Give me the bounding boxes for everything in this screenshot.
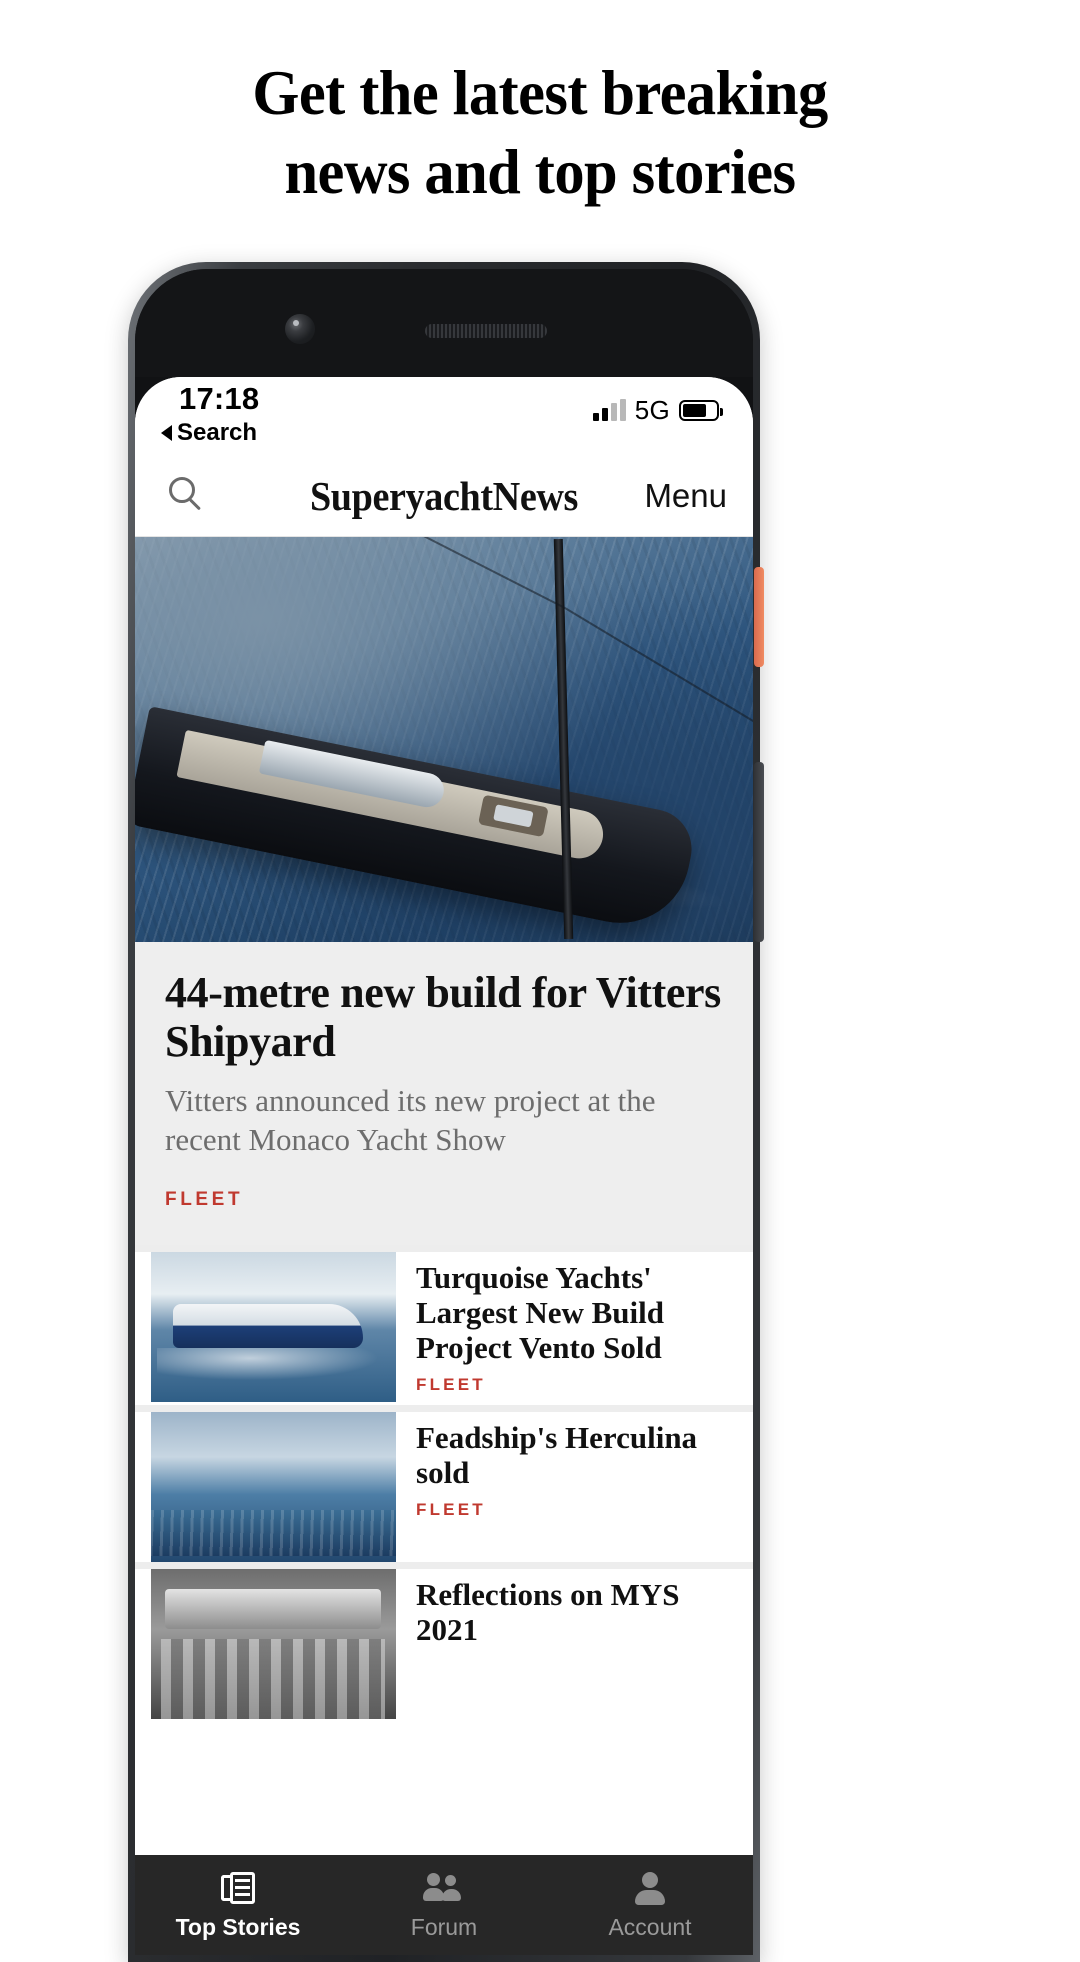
tab-top-stories-label: Top Stories	[175, 1914, 301, 1940]
menu-button[interactable]: Menu	[644, 477, 727, 515]
hero-article-subtitle: Vitters announced its new project at the…	[165, 1082, 656, 1157]
news-icon	[135, 1869, 341, 1907]
hero-article-image	[135, 537, 753, 942]
tab-account-label: Account	[608, 1914, 692, 1940]
list-item[interactable]: Reflections on MYS 2021	[135, 1561, 753, 1719]
status-bar-indicators: 5G	[592, 395, 723, 426]
article-title: Turquoise Yachts' Largest New Build Proj…	[416, 1259, 664, 1365]
tab-forum[interactable]: Forum	[341, 1869, 547, 1941]
bottom-tab-bar: Top Stories Forum Account	[135, 1855, 753, 1955]
app-header: SuperyachtNews Menu	[135, 455, 753, 537]
article-thumbnail	[151, 1568, 396, 1719]
tab-top-stories[interactable]: Top Stories	[135, 1869, 341, 1941]
phone-screen: 17:18 Search 5G SuperyachtNews Menu 44-m…	[135, 377, 753, 1955]
phone-top-bezel	[135, 269, 753, 377]
article-category[interactable]: FLEET	[416, 1375, 737, 1395]
article-category[interactable]: FLEET	[416, 1500, 737, 1520]
phone-device-frame: 17:18 Search 5G SuperyachtNews Menu 44-m…	[128, 262, 764, 1962]
network-type-label: 5G	[634, 395, 670, 425]
tab-account[interactable]: Account	[547, 1869, 753, 1941]
hero-article-card[interactable]: 44-metre new build for Vitters Shipyard …	[135, 537, 753, 1245]
person-icon	[547, 1869, 753, 1907]
article-thumbnail	[151, 1411, 396, 1562]
article-title: Feadship's Herculina sold	[416, 1419, 698, 1490]
list-item[interactable]: Feadship's Herculina sold FLEET	[135, 1404, 753, 1562]
list-item[interactable]: Turquoise Yachts' Largest New Build Proj…	[135, 1244, 753, 1405]
hero-article-body: 44-metre new build for Vitters Shipyard …	[135, 942, 753, 1245]
earpiece-speaker-icon	[425, 324, 547, 338]
phone-side-button-orange[interactable]	[754, 567, 764, 667]
back-to-search-label: Search	[177, 419, 258, 446]
front-camera-icon	[285, 314, 315, 344]
status-bar-clock: 17:18	[179, 381, 260, 416]
phone-device-body: 17:18 Search 5G SuperyachtNews Menu 44-m…	[135, 269, 753, 1955]
article-feed[interactable]: 44-metre new build for Vitters Shipyard …	[135, 537, 753, 1855]
back-arrow-icon	[161, 425, 172, 441]
battery-icon	[679, 400, 723, 421]
status-bar: 17:18 Search 5G	[135, 377, 753, 455]
hero-article-category[interactable]: FLEET	[165, 1189, 723, 1211]
phone-side-button-volume[interactable]	[754, 762, 764, 942]
article-title: Reflections on MYS 2021	[416, 1576, 680, 1647]
promo-headline-line-1: Get the latest breaking	[252, 58, 828, 128]
people-icon	[341, 1869, 547, 1907]
article-thumbnail	[151, 1251, 396, 1402]
signal-bars-icon	[592, 399, 626, 421]
hero-article-title: 44-metre new build for Vitters Shipyard	[165, 968, 721, 1067]
promo-headline-line-2: news and top stories	[284, 137, 796, 207]
promo-headline: Get the latest breaking news and top sto…	[0, 62, 1080, 204]
tab-forum-label: Forum	[410, 1914, 478, 1940]
back-to-search-button[interactable]: Search	[161, 419, 257, 447]
